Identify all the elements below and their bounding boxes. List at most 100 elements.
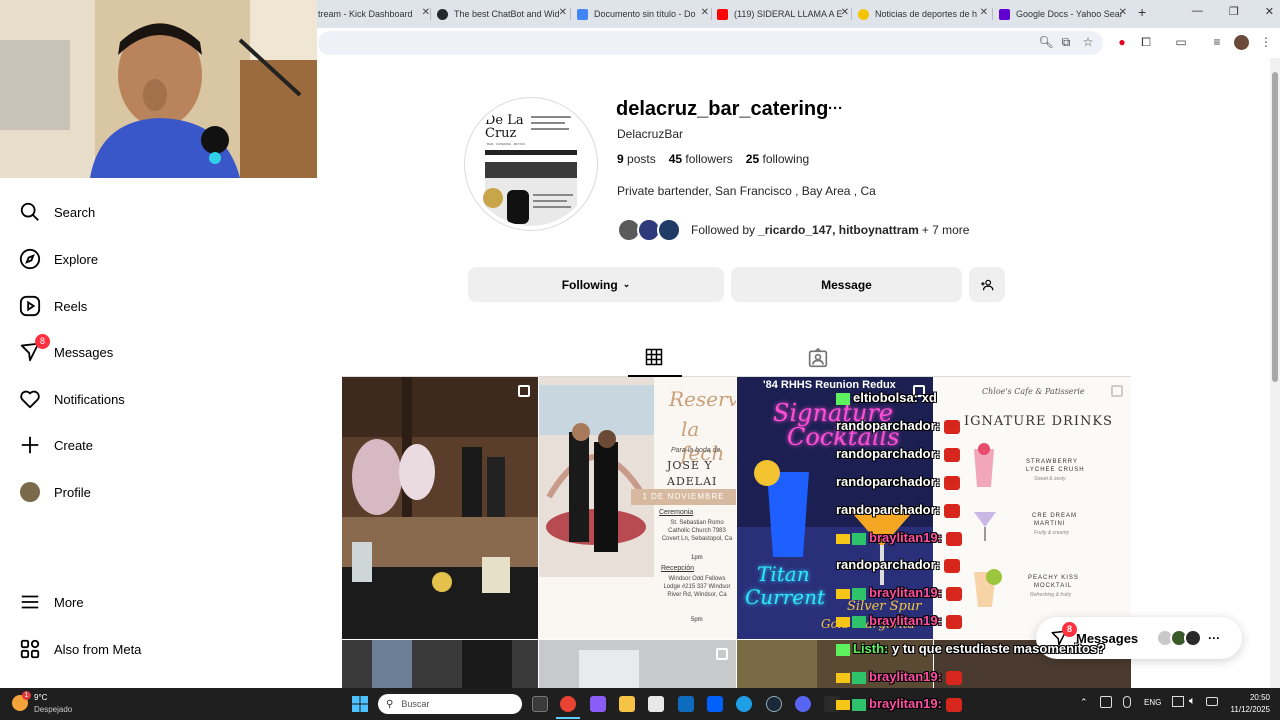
following-stat[interactable]: 25 following [746,152,809,166]
weather-temp[interactable]: 9°C [34,693,47,702]
browser-tab[interactable]: Noticias de deportes de h ✕ [858,4,988,24]
profile-options-button[interactable]: ··· [828,100,843,117]
close-tab-icon[interactable]: ✕ [422,7,430,18]
tab-label: tream - Kick Dashboard [318,9,413,19]
post-thumbnail[interactable] [342,640,538,688]
opera-extension-icon[interactable]: ● [1114,35,1130,49]
page-scrollbar[interactable] [1270,58,1280,688]
profile-avatar-icon [18,480,42,504]
task-view-icon[interactable] [532,696,548,712]
messenger-icon: 8 [18,334,50,364]
browser-tab[interactable]: (119) SIDERAL LLAMA A E ✕ [717,4,849,24]
message-button[interactable]: Message [731,267,962,302]
tray-overflow-icon[interactable]: ⌃ [1080,697,1088,708]
windows-start-icon[interactable] [352,696,368,712]
chat-line: randoparchador: [836,446,961,462]
suggest-people-button[interactable] [969,267,1005,302]
nav-search[interactable]: Search [18,198,95,226]
profile-full-name: DelacruzBar [617,127,684,141]
reading-list-icon[interactable]: ≡ [1209,35,1225,49]
nav-label: Messages [54,344,114,360]
drink-1: STRAWBERRY [1026,459,1079,465]
carousel-icon [518,385,530,397]
bookmark-star-icon[interactable]: ☆ [1080,35,1096,49]
store-icon[interactable] [648,696,664,712]
file-explorer-icon[interactable] [619,696,635,712]
close-tab-icon[interactable]: ✕ [701,7,709,18]
post-thumbnail[interactable] [342,377,538,639]
meta-apps-icon [18,637,42,661]
nav-notifications[interactable]: Notifications [18,385,125,413]
nav-messages[interactable]: 8 Messages [18,334,114,366]
nav-reels[interactable]: Reels [18,292,87,320]
reels-icon [18,294,42,318]
battery-icon[interactable] [1206,697,1218,706]
windows-taskbar: 1 9°C Despejado ⚲ Buscar ⌃ ENG 🔈︎ 20:50 … [0,688,1280,720]
browser-tab[interactable]: Google Docs - Yahoo Sear ✕ [999,4,1127,24]
profile-username: delacruz_bar_catering [616,98,829,120]
browser-tab[interactable]: tream - Kick Dashboard ✕ [318,4,430,24]
clock-time[interactable]: 20:50 [1226,693,1270,702]
close-tab-icon[interactable]: ✕ [1119,7,1127,18]
taskbar-search[interactable]: ⚲ Buscar [378,694,522,714]
menu-drinks-illustration [974,443,1002,607]
extensions-icon[interactable]: ⧠ [1138,35,1154,50]
chrome-icon[interactable] [560,696,576,712]
nav-explore[interactable]: Explore [18,245,98,273]
nav-more[interactable]: More [18,588,84,616]
dropbox-icon[interactable] [707,696,723,712]
edge-icon[interactable] [736,696,752,712]
messages-widget-more[interactable]: ··· [1208,631,1220,645]
browser-menu-icon[interactable]: ⋮ [1258,35,1274,49]
nav-also-from-meta[interactable]: Also from Meta [18,635,141,663]
yahoo-icon [999,8,1010,20]
scrollbar-thumb[interactable] [1272,72,1278,382]
close-tab-icon[interactable]: ✕ [980,7,988,18]
tab-search-icon[interactable]: ▭ [1173,35,1189,49]
browser-tab[interactable]: The best ChatBot and Wid ✕ [437,4,567,24]
tab-posts[interactable] [645,348,663,371]
language-indicator[interactable]: ENG [1144,698,1161,707]
followed-by[interactable]: Followed by _ricardo_147, hitboynattram … [617,216,969,244]
omnibox[interactable] [318,31,1103,55]
close-tab-icon[interactable]: ✕ [841,7,849,18]
restore-icon[interactable]: ❐ [1229,5,1239,18]
new-tab-button[interactable]: + [1138,4,1146,20]
clock-date[interactable]: 11/12/2025 [1226,705,1270,714]
followed-by-more: + 7 more [921,223,970,237]
discord-icon[interactable] [795,696,811,712]
compass-icon [18,247,42,271]
followed-by-prefix: Followed by [691,223,756,237]
chat-line: braylitan19: [836,585,962,601]
drink-3-c: Refreshing & fruity [1030,592,1072,598]
cast-icon[interactable]: ⧉ [1058,35,1074,50]
network-icon[interactable] [1172,696,1184,707]
tray-app-icon[interactable] [1100,696,1112,708]
post-thumbnail[interactable]: Chloe's Cafe & Patisserie IGNATURE DRINK… [934,377,1131,639]
nav-create[interactable]: Create [18,431,93,459]
zoom-icon[interactable]: 🔍︎ [1038,35,1054,49]
browser-profile-avatar[interactable] [1234,35,1249,50]
chat-line: braylitan19: [836,669,962,685]
followed-by-names: _ricardo_147, hitboynattram [758,223,919,237]
post-thumbnail[interactable]: Reserv la fech Para la boda de JOSE Y AD… [539,377,736,639]
copilot-icon[interactable] [590,696,606,712]
tab-tagged[interactable] [808,347,828,373]
following-button[interactable]: Following ⌄ [468,267,724,302]
outlook-icon[interactable] [678,696,694,712]
browser-tab[interactable]: Documento sin título - Do ✕ [577,4,709,24]
steam-icon[interactable] [766,696,782,712]
microphone-icon[interactable] [1123,696,1131,708]
post-thumbnail[interactable] [539,640,736,688]
minimize-icon[interactable]: — [1192,5,1203,18]
nav-profile[interactable]: Profile [18,478,91,506]
volume-icon[interactable]: 🔈︎ [1189,695,1196,708]
search-icon [18,200,42,224]
drink-2-c: Fruity & creamy [1034,530,1070,536]
profile-avatar[interactable]: De La Cruz BAR · CATERING · MIXTAS [469,102,593,226]
invite-names-2: ADELAI [667,475,718,488]
followers-stat[interactable]: 45 followers [669,152,733,166]
close-tab-icon[interactable]: ✕ [559,7,567,18]
chat-line: Listh: y tu que estudiaste masomenitos? [836,641,1105,656]
close-window-icon[interactable]: ✕ [1265,5,1274,18]
